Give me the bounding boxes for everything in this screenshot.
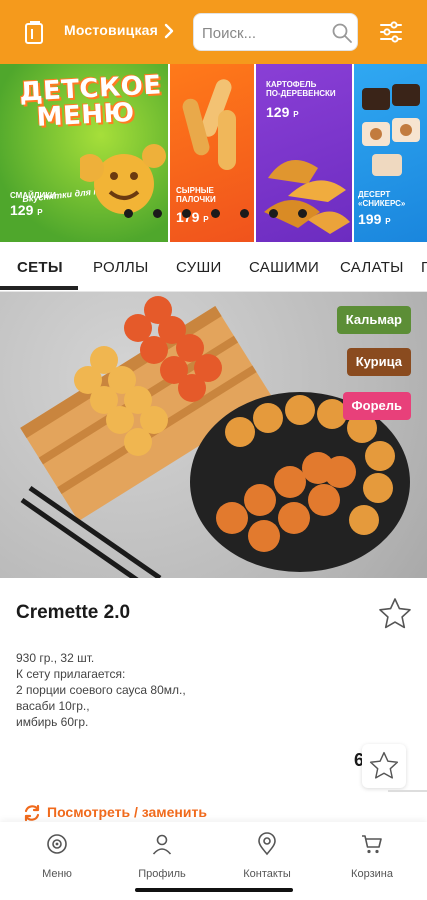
promo-banner-dessert[interactable]: ДЕСЕРТ «СНИКЕРС» 199 Р xyxy=(354,64,427,242)
banner-price: 129 Р xyxy=(10,202,43,218)
top-bar: Мостовицкая xyxy=(0,0,427,64)
nav-menu[interactable]: Меню xyxy=(12,828,102,888)
cart-icon xyxy=(362,835,382,854)
nav-profile[interactable]: Профиль xyxy=(117,828,207,888)
promo-carousel[interactable]: ДЕТСКОЕ МЕНЮ Вкуснятки для малышей! СМАЙ… xyxy=(0,64,427,242)
refresh-swap-icon xyxy=(24,804,40,822)
banner-price: 129 Р xyxy=(266,104,299,120)
banner-item-name: ДЕСЕРТ «СНИКЕРС» xyxy=(358,190,406,208)
tab-next[interactable]: П xyxy=(421,259,427,276)
tab-sushi[interactable]: СУШИ xyxy=(176,259,222,276)
carousel-dot[interactable] xyxy=(298,209,307,218)
tag-chicken: Курица xyxy=(346,348,411,376)
carousel-dot[interactable] xyxy=(240,209,249,218)
favorite-button[interactable] xyxy=(362,744,406,788)
carousel-dot[interactable] xyxy=(182,209,191,218)
search-box[interactable] xyxy=(193,13,358,51)
store-icon[interactable] xyxy=(22,19,48,45)
tab-sashimi[interactable]: САШИМИ xyxy=(249,259,319,276)
location-pin-icon xyxy=(258,832,276,856)
profile-icon xyxy=(152,834,172,855)
home-indicator xyxy=(135,888,293,892)
menu-sushi-icon xyxy=(47,834,67,854)
nav-cart-label: Корзина xyxy=(351,868,393,880)
potato-wedges-image xyxy=(264,160,350,234)
card-divider xyxy=(388,790,427,792)
carousel-dot[interactable] xyxy=(211,209,220,218)
nav-menu-label: Меню xyxy=(42,868,72,880)
search-input[interactable] xyxy=(202,22,324,44)
banner-item-name: СМАЙЛИКИ xyxy=(10,191,56,200)
banner-price: 199 Р xyxy=(358,211,391,227)
favorite-star-icon[interactable] xyxy=(377,596,413,632)
tab-salads[interactable]: САЛАТЫ xyxy=(340,259,404,276)
tab-rolls[interactable]: РОЛЛЫ xyxy=(93,259,149,276)
banner-price: 179 Р xyxy=(176,209,209,225)
tag-squid: Кальмар xyxy=(336,306,411,334)
tag-trout: Форель xyxy=(342,392,411,420)
cheese-sticks-image xyxy=(182,79,236,170)
promo-banner-kids-menu[interactable]: ДЕТСКОЕ МЕНЮ Вкуснятки для малышей! СМАЙ… xyxy=(0,64,168,242)
tab-sets[interactable]: СЕТЫ xyxy=(17,259,63,276)
chevron-right-icon[interactable] xyxy=(163,23,175,39)
dessert-rolls-image xyxy=(362,84,420,176)
category-tabs: СЕТЫ РОЛЛЫ СУШИ САШИМИ САЛАТЫ П xyxy=(0,242,427,292)
view-replace-label: Посмотреть / заменить xyxy=(47,804,207,820)
filter-icon[interactable] xyxy=(378,19,404,45)
banner-item-name: КАРТОФЕЛЬ ПО-ДЕРЕВЕНСКИ xyxy=(266,80,336,98)
nav-cart[interactable]: Корзина xyxy=(327,828,417,888)
sushi-set-photo xyxy=(20,296,410,578)
nav-contacts[interactable]: Контакты xyxy=(222,828,312,888)
active-tab-indicator xyxy=(0,286,78,290)
carousel-dot[interactable] xyxy=(269,209,278,218)
carousel-dot[interactable] xyxy=(153,209,162,218)
product-title: Cremette 2.0 xyxy=(16,602,131,623)
star-icon xyxy=(369,751,399,779)
product-description: 930 гр., 32 шт. К сету прилагается: 2 по… xyxy=(16,651,186,729)
carousel-dot[interactable] xyxy=(124,209,133,218)
banner-item-name: СЫРНЫЕ ПАЛОЧКИ xyxy=(176,186,216,204)
location-selector[interactable]: Мостовицкая xyxy=(64,22,158,38)
banner-title: ДЕТСКОЕ МЕНЮ xyxy=(18,70,163,133)
nav-profile-label: Профиль xyxy=(138,868,186,880)
product-image[interactable]: Кальмар Курица Форель xyxy=(0,292,427,578)
search-icon[interactable] xyxy=(331,22,353,44)
nav-contacts-label: Контакты xyxy=(243,868,291,880)
